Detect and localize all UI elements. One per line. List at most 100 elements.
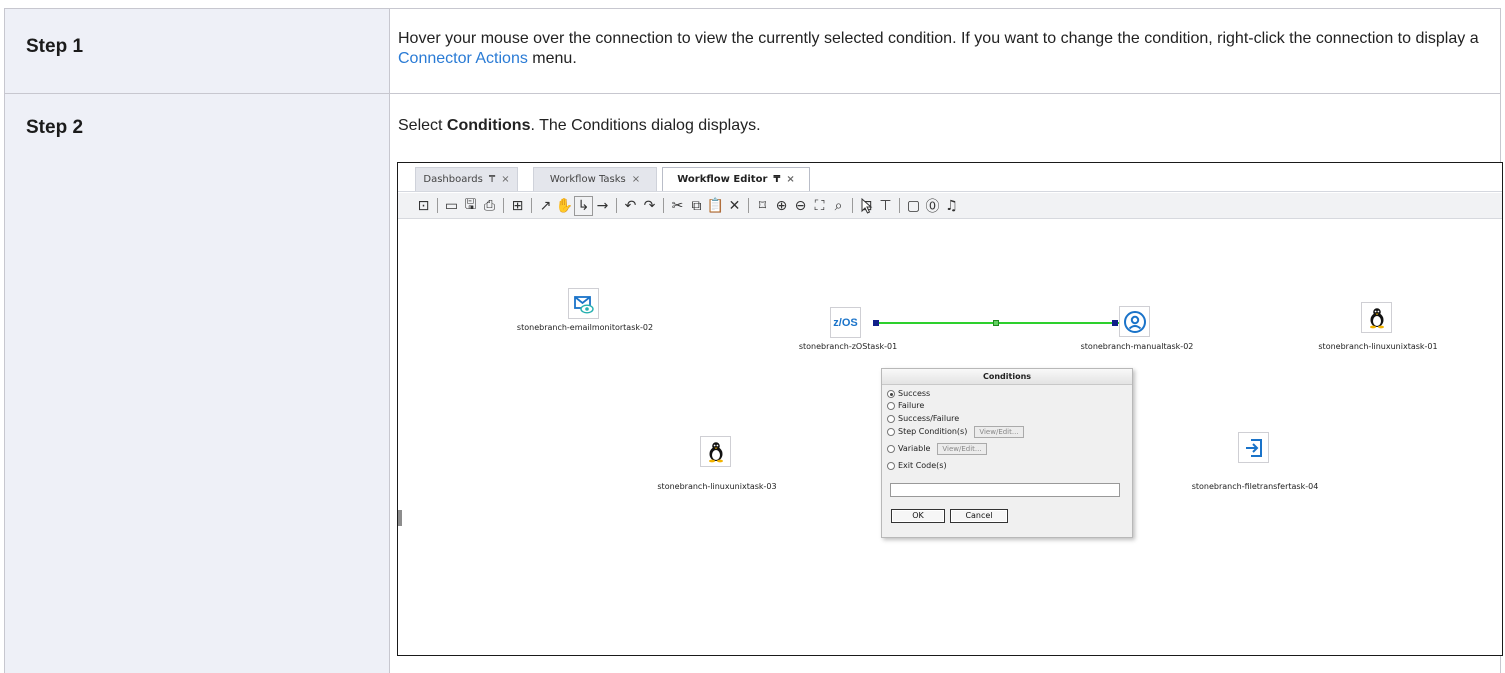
pan-hand-icon[interactable]: ✋ (555, 196, 574, 216)
table-row: Step 1 Hover your mouse over the connect… (4, 8, 1501, 94)
help-icon[interactable]: ⓪ (923, 196, 942, 216)
close-icon[interactable]: × (632, 174, 640, 185)
option-label: Variable (898, 444, 931, 453)
toolbar-separator (748, 198, 749, 213)
monitor-icon[interactable]: ▢ (904, 196, 923, 216)
email-monitor-icon[interactable] (568, 288, 599, 319)
open-folder-icon[interactable]: ▭ (442, 196, 461, 216)
linux-penguin-icon[interactable] (700, 436, 731, 467)
arrow-icon[interactable]: ↗ (536, 196, 555, 216)
node-label: stonebranch-linuxunixtask-03 (657, 482, 777, 491)
linux-penguin-icon[interactable] (1361, 302, 1392, 333)
cursor-icon (861, 198, 873, 214)
radio-icon[interactable] (887, 389, 895, 398)
tab-label: Workflow Tasks (549, 174, 626, 185)
manual-user-icon[interactable] (1119, 306, 1150, 337)
zos-icon[interactable]: z/OS (830, 307, 861, 338)
node-label: stonebranch-zOStask-01 (798, 342, 898, 351)
zoom-out-icon[interactable]: ⊖ (791, 196, 810, 216)
step-description: Hover your mouse over the connection to … (398, 29, 1493, 69)
file-transfer-icon[interactable] (1238, 432, 1269, 463)
step-cell: Step 1 (5, 9, 390, 93)
tab-workflow-tasks[interactable]: Workflow Tasks × (533, 167, 657, 191)
connector-handle[interactable] (1112, 320, 1118, 326)
pin-icon[interactable]: ₸ (489, 174, 495, 185)
zoom-fit-icon[interactable]: ⊡ (414, 196, 433, 216)
option-success-failure[interactable]: Success/Failure (887, 413, 959, 424)
option-label: Success (898, 389, 931, 398)
pin-icon[interactable]: ₸ (773, 174, 780, 185)
zos-icon-text: z/OS (833, 316, 858, 329)
exit-code-field[interactable] (890, 483, 1120, 497)
connector-straight-icon[interactable]: → (593, 196, 612, 216)
option-success[interactable]: Success (887, 388, 930, 399)
tab-bar: Dashboards ₸ × Workflow Tasks × Workflow… (398, 163, 1502, 193)
print-icon[interactable]: ⎙ (480, 196, 499, 216)
option-exit-codes[interactable]: Exit Code(s) (887, 460, 947, 471)
delete-icon[interactable]: ✕ (725, 196, 744, 216)
ok-button[interactable]: OK (891, 509, 945, 523)
radio-icon[interactable] (887, 444, 895, 453)
toolbar-separator (503, 198, 504, 213)
conditions-term: Conditions (446, 117, 531, 134)
workflow-canvas[interactable]: stonebranch-emailmonitortask-02 z/OS sto… (398, 198, 1502, 655)
option-label: Step Condition(s) (898, 427, 968, 436)
toolbar-separator (531, 198, 532, 213)
toolbar-separator (437, 198, 438, 213)
radio-icon[interactable] (887, 427, 895, 436)
step-label: Step 2 (26, 117, 84, 138)
fit-page-icon[interactable]: ⌑ (753, 196, 772, 216)
option-label: Failure (898, 401, 925, 410)
node-label: stonebranch-linuxunixtask-01 (1318, 342, 1438, 351)
radio-icon[interactable] (887, 414, 895, 423)
zoom-in-icon[interactable]: ⊕ (772, 196, 791, 216)
description-text: . The Conditions dialog displays. (530, 117, 761, 134)
close-icon[interactable]: × (786, 174, 794, 185)
connector-handle[interactable] (873, 320, 879, 326)
description-text: menu. (527, 50, 577, 67)
search-icon[interactable]: ⌕ (829, 196, 848, 216)
workflow-editor-screenshot: Dashboards ₸ × Workflow Tasks × Workflow… (397, 162, 1503, 656)
node-label: stonebranch-filetransfertask-04 (1191, 482, 1319, 491)
view-edit-button[interactable]: View/Edit... (937, 442, 987, 455)
step-label: Step 1 (26, 36, 84, 57)
step-cell: Step 2 (5, 94, 390, 673)
add-icon[interactable]: ⊞ (508, 196, 527, 216)
option-step-conditions[interactable]: Step Condition(s) View/Edit... (887, 425, 1024, 438)
side-panel-handle[interactable] (398, 510, 402, 526)
tab-label: Workflow Editor (677, 174, 768, 185)
node-label: stonebranch-manualtask-02 (1080, 342, 1194, 351)
redo-icon[interactable]: ↷ (640, 196, 659, 216)
radio-icon[interactable] (887, 401, 895, 410)
save-icon[interactable]: 🖫 (461, 196, 480, 216)
conditions-dialog: Conditions Success Failure Success/Failu… (881, 368, 1133, 538)
bell-icon[interactable]: ♫ (942, 196, 961, 216)
cut-icon[interactable]: ✂ (668, 196, 687, 216)
option-variable[interactable]: Variable View/Edit... (887, 442, 987, 455)
option-label: Exit Code(s) (898, 461, 947, 470)
option-label: Success/Failure (898, 414, 960, 423)
undo-icon[interactable]: ↶ (621, 196, 640, 216)
toolbar-separator (899, 198, 900, 213)
tab-dashboards[interactable]: Dashboards ₸ × (415, 167, 518, 191)
toolbar-separator (616, 198, 617, 213)
toolbar-separator (852, 198, 853, 213)
tab-workflow-editor[interactable]: Workflow Editor ₸ × (662, 167, 810, 191)
node-label: stonebranch-emailmonitortask-02 (516, 323, 654, 332)
dialog-title: Conditions (882, 369, 1132, 385)
zoom-area-icon[interactable]: ⛶ (810, 196, 829, 216)
tab-label: Dashboards (423, 174, 483, 185)
close-icon[interactable]: × (501, 174, 509, 185)
hierarchy-icon[interactable]: ⊤ (876, 196, 895, 216)
radio-icon[interactable] (887, 461, 895, 470)
connector-elbow-icon[interactable]: ↳ (574, 195, 593, 216)
cancel-button[interactable]: Cancel (950, 509, 1008, 523)
view-edit-button[interactable]: View/Edit... (974, 425, 1024, 438)
toolbar-separator (663, 198, 664, 213)
description-text: Hover your mouse over the connection to … (398, 30, 1479, 47)
paste-icon[interactable]: 📋 (706, 196, 725, 216)
connector-midpoint[interactable] (993, 320, 999, 326)
copy-icon[interactable]: ⧉ (687, 196, 706, 216)
connector-actions-link[interactable]: Connector Actions (398, 50, 528, 67)
option-failure[interactable]: Failure (887, 400, 924, 411)
